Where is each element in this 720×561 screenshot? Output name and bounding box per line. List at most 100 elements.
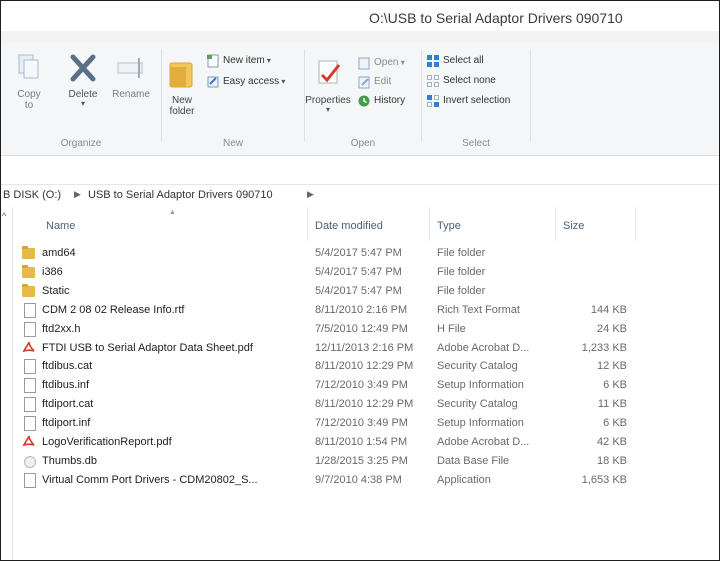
folder-icon — [167, 57, 197, 91]
invert-selection-button[interactable]: Invert selection — [426, 93, 510, 109]
pdf-icon — [22, 341, 35, 353]
folder-icon — [22, 284, 35, 297]
file-type: File folder — [437, 285, 486, 297]
database-icon — [24, 456, 36, 468]
document-icon — [24, 416, 36, 431]
folder-icon — [22, 265, 35, 278]
file-size: 6 KB — [603, 417, 627, 429]
select-all-icon — [426, 54, 440, 68]
select-all-button[interactable]: Select all — [426, 53, 484, 69]
select-none-button[interactable]: Select none — [426, 73, 496, 89]
open-icon — [357, 56, 371, 70]
column-name[interactable]: Name — [46, 220, 75, 232]
file-size: 11 KB — [597, 398, 627, 410]
file-date-modified: 7/5/2010 12:49 PM — [315, 323, 408, 335]
sort-ascending-icon: ▲ — [169, 209, 176, 216]
open-group: Properties ▾ Open ▾ Edit History Open — [305, 43, 421, 155]
file-type: H File — [437, 323, 466, 335]
file-row[interactable]: ftdibus.cat 8/11/2010 12:29 PM Security Ca… — [13, 357, 633, 375]
file-date-modified: 8/11/2010 1:54 PM — [315, 436, 408, 448]
pdf-icon — [22, 435, 35, 447]
copy-to-button[interactable]: Copy to — [13, 51, 45, 111]
file-name: ftdiport.inf — [42, 417, 91, 429]
file-name: Thumbs.db — [42, 455, 98, 467]
column-size[interactable]: Size — [563, 220, 584, 232]
select-group: Select all Select none Invert selection … — [422, 43, 530, 155]
file-row[interactable]: LogoVerificationReport.pdf 8/11/2010 1:54… — [13, 433, 633, 451]
open-button[interactable]: Open ▾ — [357, 55, 405, 71]
rename-button[interactable]: Rename — [109, 51, 153, 100]
breadcrumb-chevron-icon[interactable]: ▶ — [307, 189, 314, 200]
file-type: Setup Information — [437, 379, 524, 391]
document-icon — [24, 322, 36, 337]
application-icon — [24, 473, 36, 488]
edit-button[interactable]: Edit — [357, 74, 391, 90]
file-date-modified: 9/7/2010 4:38 PM — [315, 474, 402, 486]
file-row[interactable]: ftdiport.inf 7/12/2010 3:49 PM Setup Infor… — [13, 414, 633, 432]
column-divider[interactable] — [429, 207, 430, 241]
document-icon — [24, 397, 36, 412]
column-divider[interactable] — [307, 207, 308, 241]
column-type[interactable]: Type — [437, 220, 461, 232]
file-row[interactable]: amd64 5/4/2017 5:47 PM File folder — [13, 244, 633, 262]
new-group: New folder New item ▾ Easy access ▾ New — [162, 43, 304, 155]
file-size: 144 KB — [590, 304, 627, 316]
file-date-modified: 8/11/2010 12:29 PM — [315, 360, 414, 372]
file-row[interactable]: ftd2xx.h 7/5/2010 12:49 PM H File 24 KB — [13, 320, 633, 338]
folder-icon — [22, 246, 35, 259]
file-name: Virtual Comm Port Drivers - CDM20802_S..… — [42, 474, 258, 486]
new-folder-button[interactable]: New folder — [164, 57, 200, 117]
chevron-down-icon: ▾ — [398, 58, 405, 67]
new-item-icon — [206, 54, 220, 68]
file-row[interactable]: ftdiport.cat 8/11/2010 12:29 PM Security C… — [13, 395, 633, 413]
file-type: Adobe Acrobat D... — [437, 436, 530, 448]
select-group-label: Select — [462, 138, 490, 149]
address-bar[interactable]: B DISK (O:) ▶ USB to Serial Adaptor Driv… — [1, 184, 719, 208]
document-icon — [24, 303, 36, 318]
column-header: ▲ Name Date modified Type Size — [13, 207, 719, 241]
navigation-pane[interactable]: ^ — [1, 207, 13, 560]
breadcrumb-folder[interactable]: USB to Serial Adaptor Drivers 090710 — [88, 189, 273, 201]
file-date-modified: 8/11/2010 12:29 PM — [315, 398, 414, 410]
file-size: 1,653 KB — [581, 474, 627, 486]
document-icon — [24, 359, 36, 374]
file-name: ftdibus.inf — [42, 379, 90, 391]
file-date-modified: 7/12/2010 3:49 PM — [315, 417, 408, 429]
file-row[interactable]: ftdibus.inf 7/12/2010 3:49 PM Setup Inform… — [13, 376, 633, 394]
file-type: Adobe Acrobat D... — [437, 342, 530, 354]
file-type: Security Catalog — [437, 360, 518, 372]
properties-button[interactable]: Properties ▾ — [305, 57, 351, 114]
file-name: CDM 2 08 02 Release Info.rtf — [42, 304, 185, 316]
history-icon — [357, 94, 371, 108]
file-row[interactable]: i386 5/4/2017 5:47 PM File folder — [13, 263, 633, 281]
explorer-window: O:\USB to Serial Adaptor Drivers 090710 … — [0, 0, 720, 561]
file-row[interactable]: CDM 2 08 02 Release Info.rtf 8/11/2010 2:… — [13, 301, 633, 319]
column-divider[interactable] — [635, 207, 636, 241]
file-date-modified: 7/12/2010 3:49 PM — [315, 379, 408, 391]
organize-group: Copy to Delete ▾ Rename Organize — [1, 43, 161, 155]
column-divider[interactable] — [555, 207, 556, 241]
file-type: Data Base File — [437, 455, 510, 467]
file-row[interactable]: Static 5/4/2017 5:47 PM File folder — [13, 282, 633, 300]
scroll-up-icon[interactable]: ^ — [2, 211, 6, 221]
breadcrumb-chevron-icon[interactable]: ▶ — [74, 189, 81, 200]
file-type: Security Catalog — [437, 398, 518, 410]
file-row[interactable]: Thumbs.db 1/28/2015 3:25 PM Data Base File… — [13, 452, 633, 470]
open-group-label: Open — [350, 138, 376, 149]
breadcrumb-drive[interactable]: B DISK (O:) — [3, 189, 61, 201]
column-date-modified[interactable]: Date modified — [315, 220, 383, 232]
new-item-button[interactable]: New item ▾ — [206, 53, 271, 69]
easy-access-button[interactable]: Easy access ▾ — [206, 74, 285, 90]
window-title: O:\USB to Serial Adaptor Drivers 090710 — [369, 10, 623, 26]
file-name: i386 — [42, 266, 63, 278]
delete-button[interactable]: Delete ▾ — [61, 51, 105, 108]
file-date-modified: 5/4/2017 5:47 PM — [315, 266, 402, 278]
history-button[interactable]: History — [357, 93, 405, 109]
file-type: Application — [437, 474, 491, 486]
file-row[interactable]: Virtual Comm Port Drivers - CDM20802_S..… — [13, 471, 633, 489]
file-row[interactable]: FTDI USB to Serial Adaptor Data Sheet.pd… — [13, 339, 633, 357]
edit-icon — [357, 75, 371, 89]
file-name: FTDI USB to Serial Adaptor Data Sheet.pd… — [42, 342, 253, 354]
file-size: 6 KB — [603, 379, 627, 391]
file-date-modified: 12/11/2013 2:16 PM — [315, 342, 414, 354]
